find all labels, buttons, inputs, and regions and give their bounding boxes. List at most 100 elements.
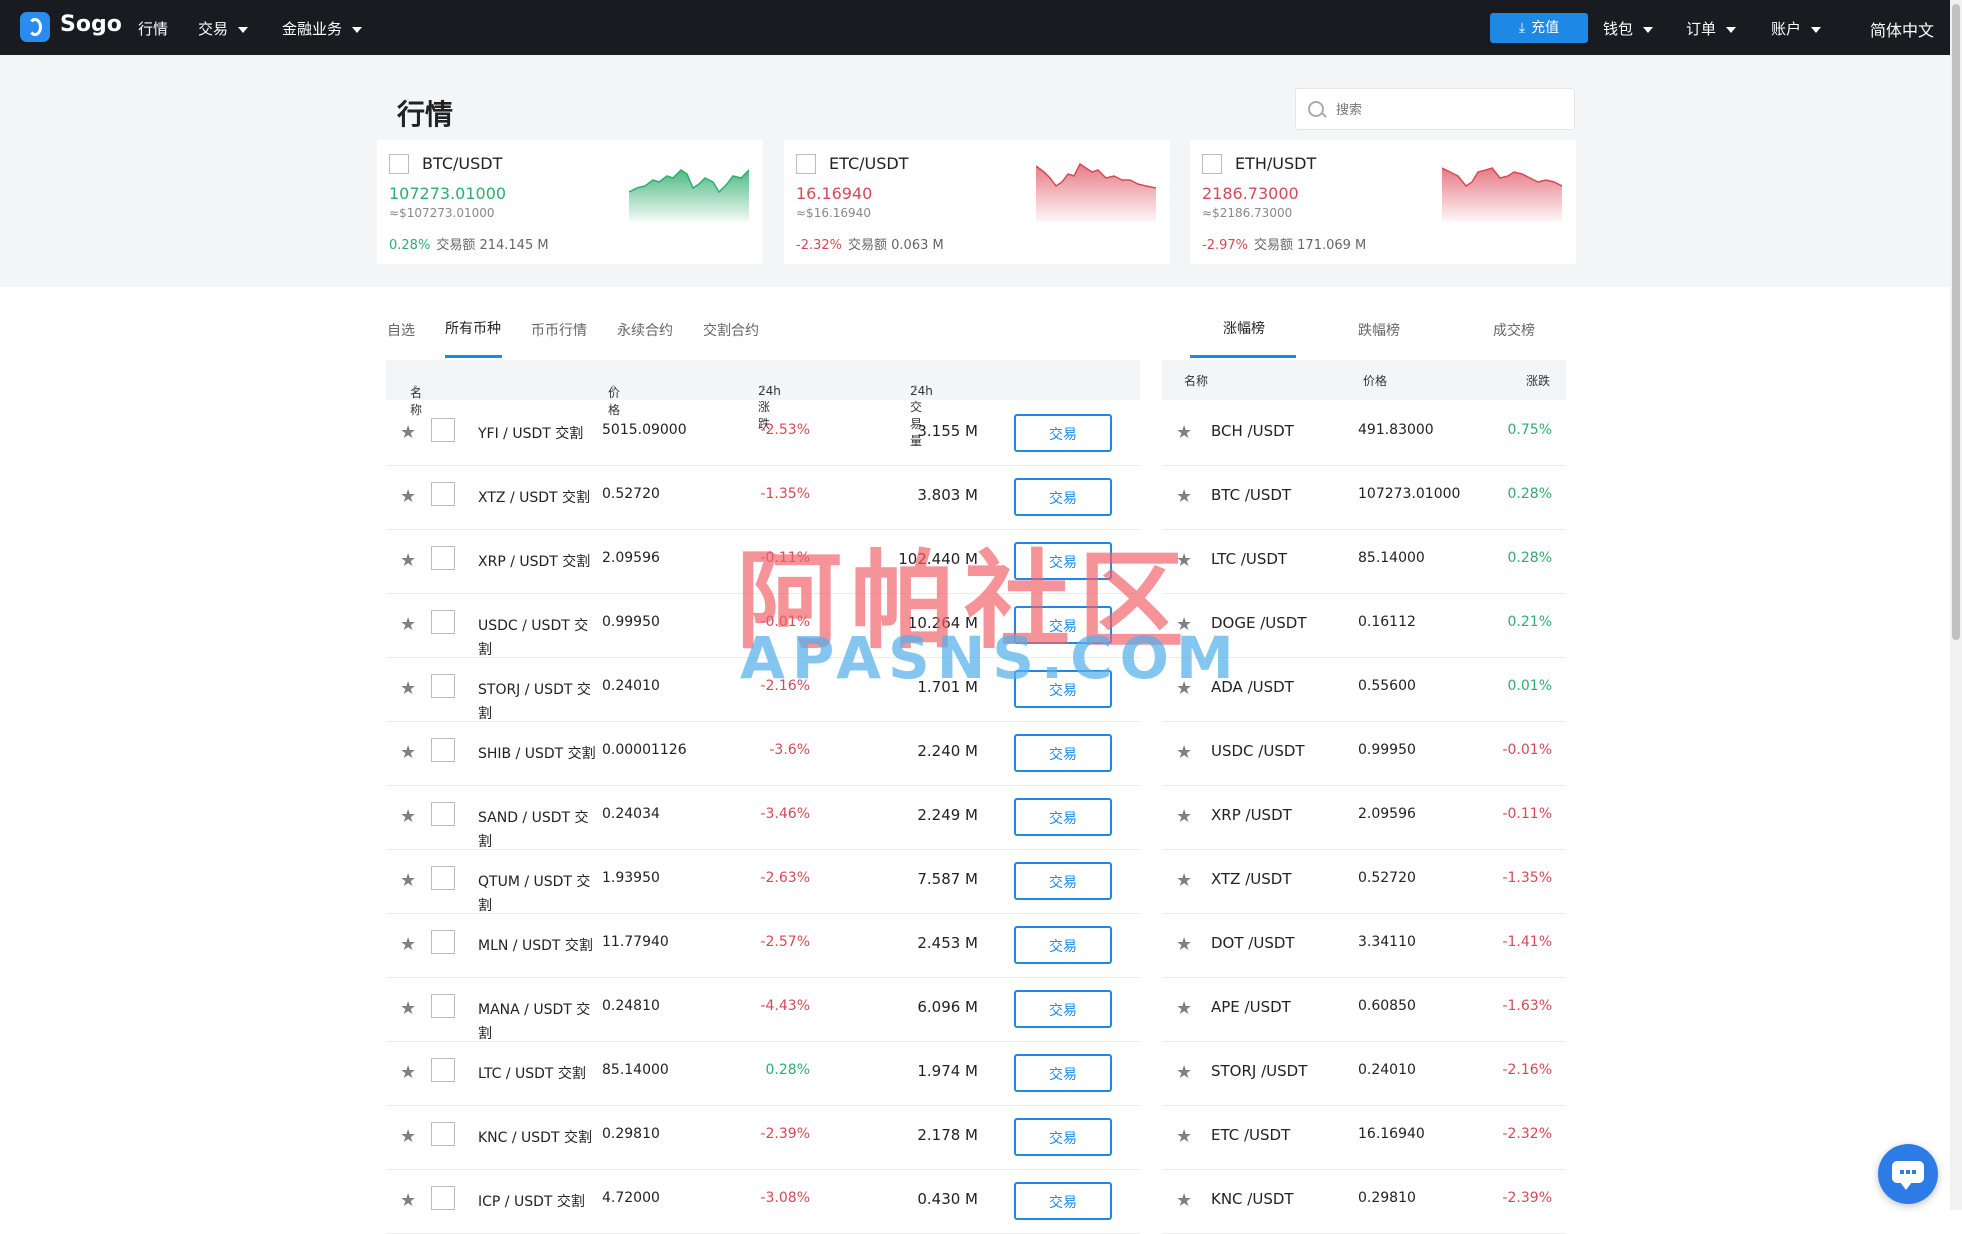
nav-trade[interactable]: 交易: [198, 18, 249, 39]
search-box[interactable]: [1295, 88, 1575, 130]
nav-account[interactable]: 账户: [1771, 18, 1822, 39]
star-icon[interactable]: ★: [400, 1062, 416, 1083]
trade-button[interactable]: 交易: [1014, 1054, 1112, 1092]
chat-support-button[interactable]: [1878, 1144, 1938, 1204]
star-icon[interactable]: ★: [400, 870, 416, 891]
brand-name[interactable]: Sogo: [60, 12, 122, 37]
rank-row[interactable]: ★ APE /USDT 0.60850 -1.63%: [1162, 978, 1566, 1042]
row-pair-name[interactable]: ICP / USDT 交割: [478, 1190, 598, 1214]
row-pair-name[interactable]: QTUM / USDT 交割: [478, 870, 598, 918]
nav-wallet[interactable]: 钱包: [1603, 18, 1654, 39]
rank-row[interactable]: ★ STORJ /USDT 0.24010 -2.16%: [1162, 1042, 1566, 1106]
row-pair-name[interactable]: XRP / USDT 交割: [478, 550, 598, 574]
trade-button[interactable]: 交易: [1014, 798, 1112, 836]
trade-button[interactable]: 交易: [1014, 926, 1112, 964]
row-change: -2.39%: [760, 1126, 810, 1142]
star-icon[interactable]: ★: [400, 614, 416, 635]
nav-orders[interactable]: 订单: [1686, 18, 1737, 39]
tab-gainers[interactable]: 涨幅榜: [1223, 318, 1265, 338]
tab-delivery[interactable]: 交割合约: [703, 320, 759, 340]
tab-volume[interactable]: 成交榜: [1493, 320, 1535, 340]
rank-row[interactable]: ★ KNC /USDT 0.29810 -2.39%: [1162, 1170, 1566, 1234]
star-icon[interactable]: ★: [1176, 742, 1192, 763]
coin-image-placeholder: [431, 738, 455, 762]
market-row[interactable]: ★ YFI / USDT 交割 5015.09000 -2.53% 3.155 M 交易: [386, 402, 1140, 466]
star-icon[interactable]: ★: [400, 998, 416, 1019]
market-row[interactable]: ★ MLN / USDT 交割 11.77940 -2.57% 2.453 M 交易: [386, 914, 1140, 978]
market-row[interactable]: ★ QTUM / USDT 交割 1.93950 -2.63% 7.587 M 交易: [386, 850, 1140, 914]
star-icon[interactable]: ★: [400, 422, 416, 443]
trade-button[interactable]: 交易: [1014, 734, 1112, 772]
rank-row[interactable]: ★ LTC /USDT 85.14000 0.28%: [1162, 530, 1566, 594]
star-icon[interactable]: ★: [400, 550, 416, 571]
language-selector[interactable]: 简体中文: [1870, 17, 1934, 41]
row-pair-name[interactable]: STORJ / USDT 交割: [478, 678, 598, 726]
star-icon[interactable]: ★: [400, 806, 416, 827]
trade-button[interactable]: 交易: [1014, 414, 1112, 452]
star-icon[interactable]: ★: [1176, 870, 1192, 891]
row-pair-name[interactable]: LTC / USDT 交割: [478, 1062, 598, 1086]
coin-image-placeholder: [431, 674, 455, 698]
trade-button[interactable]: 交易: [1014, 478, 1112, 516]
ticker-card-btc[interactable]: BTC/USDT 107273.01000 ≈$107273.01000 0.2…: [377, 140, 763, 264]
card-change: -2.32%: [796, 238, 842, 253]
trade-button[interactable]: 交易: [1014, 990, 1112, 1028]
rank-row[interactable]: ★ USDC /USDT 0.99950 -0.01%: [1162, 722, 1566, 786]
trade-button[interactable]: 交易: [1014, 1118, 1112, 1156]
market-row[interactable]: ★ KNC / USDT 交割 0.29810 -2.39% 2.178 M 交易: [386, 1106, 1140, 1170]
tab-perpetual[interactable]: 永续合约: [617, 320, 673, 340]
tab-losers[interactable]: 跌幅榜: [1358, 320, 1400, 340]
tab-spot[interactable]: 币币行情: [531, 320, 587, 340]
star-icon[interactable]: ★: [400, 1126, 416, 1147]
top-navbar: Sogo 行情 交易 金融业务 ⤓ 充值 钱包 订单 账户 简体中文: [0, 0, 1950, 55]
row-pair-name[interactable]: YFI / USDT 交割: [478, 422, 598, 446]
market-row[interactable]: ★ LTC / USDT 交割 85.14000 0.28% 1.974 M 交易: [386, 1042, 1140, 1106]
ticker-card-eth[interactable]: ETH/USDT 2186.73000 ≈$2186.73000 -2.97% 交…: [1190, 140, 1576, 264]
star-icon[interactable]: ★: [400, 934, 416, 955]
rank-row[interactable]: ★ BCH /USDT 491.83000 0.75%: [1162, 402, 1566, 466]
star-icon[interactable]: ★: [400, 1190, 416, 1211]
row-pair-name[interactable]: USDC / USDT 交割: [478, 614, 598, 662]
rank-row[interactable]: ★ XTZ /USDT 0.52720 -1.35%: [1162, 850, 1566, 914]
row-volume: 0.430 M: [917, 1190, 978, 1208]
trade-button[interactable]: 交易: [1014, 1182, 1112, 1220]
star-icon[interactable]: ★: [400, 678, 416, 699]
rank-row[interactable]: ★ XRP /USDT 2.09596 -0.11%: [1162, 786, 1566, 850]
star-icon[interactable]: ★: [1176, 422, 1192, 443]
nav-market[interactable]: 行情: [138, 18, 168, 39]
row-pair-name[interactable]: SHIB / USDT 交割: [478, 742, 598, 766]
rank-row[interactable]: ★ DOT /USDT 3.34110 -1.41%: [1162, 914, 1566, 978]
deposit-button[interactable]: ⤓ 充值: [1490, 13, 1588, 43]
rank-row[interactable]: ★ BTC /USDT 107273.01000 0.28%: [1162, 466, 1566, 530]
star-icon[interactable]: ★: [1176, 1062, 1192, 1083]
star-icon[interactable]: ★: [400, 742, 416, 763]
market-row[interactable]: ★ MANA / USDT 交割 0.24810 -4.43% 6.096 M 交易: [386, 978, 1140, 1042]
star-icon[interactable]: ★: [400, 486, 416, 507]
market-row[interactable]: ★ SAND / USDT 交割 0.24034 -3.46% 2.249 M 交易: [386, 786, 1140, 850]
search-input[interactable]: [1334, 97, 1558, 123]
rank-row[interactable]: ★ ETC /USDT 16.16940 -2.32%: [1162, 1106, 1566, 1170]
row-pair-name[interactable]: KNC / USDT 交割: [478, 1126, 598, 1150]
trade-button[interactable]: 交易: [1014, 862, 1112, 900]
row-pair-name[interactable]: SAND / USDT 交割: [478, 806, 598, 854]
star-icon[interactable]: ★: [1176, 1126, 1192, 1147]
tab-favorites[interactable]: 自选: [387, 320, 415, 340]
sogo-logo-icon[interactable]: [20, 12, 50, 42]
star-icon[interactable]: ★: [1176, 806, 1192, 827]
market-row[interactable]: ★ SHIB / USDT 交割 0.00001126 -3.6% 2.240 M 交易: [386, 722, 1140, 786]
row-change: 0.28%: [765, 1062, 810, 1078]
row-pair-name[interactable]: MANA / USDT 交割: [478, 998, 598, 1046]
scrollbar-thumb[interactable]: [1952, 4, 1960, 640]
tab-all-coins[interactable]: 所有币种: [445, 318, 501, 338]
page-scrollbar[interactable]: [1950, 0, 1962, 1210]
star-icon[interactable]: ★: [1176, 1190, 1192, 1211]
star-icon[interactable]: ★: [1176, 934, 1192, 955]
nav-finance[interactable]: 金融业务: [282, 18, 363, 39]
star-icon[interactable]: ★: [1176, 998, 1192, 1019]
ticker-card-etc[interactable]: ETC/USDT 16.16940 ≈$16.16940 -2.32% 交易额 0…: [784, 140, 1170, 264]
star-icon[interactable]: ★: [1176, 486, 1192, 507]
row-pair-name[interactable]: MLN / USDT 交割: [478, 934, 598, 958]
row-pair-name[interactable]: XTZ / USDT 交割: [478, 486, 598, 510]
market-row[interactable]: ★ ICP / USDT 交割 4.72000 -3.08% 0.430 M 交易: [386, 1170, 1140, 1234]
rank-header-price: 价格: [1363, 374, 1388, 388]
